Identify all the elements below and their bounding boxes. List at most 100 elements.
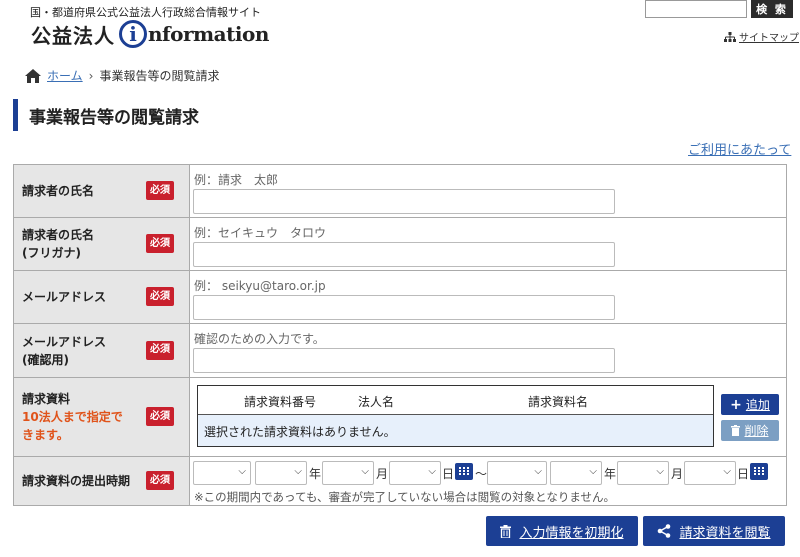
form-value: 例： seikyu@taro.or.jp (190, 271, 786, 323)
from-day-unit: 日 (442, 467, 455, 481)
add-label: 追加 (745, 398, 770, 412)
email-input[interactable] (193, 295, 615, 320)
materials-table-header: 請求資料番号 法人名 請求資料名 (198, 386, 713, 415)
breadcrumb: ホーム › 事業報告等の閲覧請求 (25, 67, 219, 84)
chevron-down-icon: ⌵ (238, 466, 246, 477)
to-era-select[interactable]: ⌵ (487, 461, 547, 485)
view-materials-label: 請求資料を閲覧 (679, 525, 771, 541)
email-confirm-label-sub: (確認用) (22, 352, 69, 367)
period-tilde: 〜 (475, 467, 488, 481)
name-hint: 例：請求 太郎 (194, 173, 279, 187)
title-accent-bar (13, 99, 18, 131)
period-label: 請求資料の提出時期 (22, 474, 131, 488)
to-year-unit: 年 (604, 467, 617, 481)
chevron-down-icon: ⌵ (656, 466, 664, 477)
form-row-materials: 請求資料 10法人まで指定で きます。 必須 請求資料番号 法人名 請求資料名 … (14, 378, 786, 457)
view-materials-button[interactable]: 請求資料を閲覧 (643, 516, 785, 546)
logo-text-en: nformation (148, 22, 269, 46)
site-logo[interactable]: 公益法人 i nformation (31, 18, 269, 50)
column-material-name: 請求資料名 (528, 395, 589, 409)
from-month-unit: 月 (376, 467, 389, 481)
required-badge: 必須 (146, 407, 174, 426)
materials-empty-message: 選択された請求資料はありません。 (198, 415, 713, 446)
from-calendar-icon[interactable] (455, 463, 473, 480)
to-calendar-icon[interactable] (750, 463, 768, 480)
form-row-email: メールアドレス 必須 例： seikyu@taro.or.jp (14, 271, 786, 324)
email-confirm-input[interactable] (193, 348, 615, 373)
plus-icon: + (730, 396, 742, 413)
trash-icon (731, 425, 741, 436)
form-label: 請求資料 10法人まで指定で きます。 必須 (14, 378, 190, 456)
to-month-unit: 月 (671, 467, 684, 481)
to-year-select[interactable]: ⌵ (550, 461, 602, 485)
required-badge: 必須 (146, 181, 174, 200)
email-confirm-label: メールアドレス (22, 334, 107, 349)
kana-input[interactable] (193, 242, 615, 267)
kana-label: 請求者の氏名 (22, 228, 95, 242)
form-label: 請求資料の提出時期 必須 (14, 457, 190, 505)
form-row-name: 請求者の氏名 必須 例：請求 太郎 (14, 165, 786, 218)
column-corporation-name: 法人名 (358, 395, 395, 409)
trash-icon (500, 524, 512, 538)
required-badge: 必須 (146, 340, 174, 360)
to-day-unit: 日 (737, 467, 750, 481)
chevron-down-icon: ⌵ (534, 466, 542, 477)
email-hint: 例： seikyu@taro.or.jp (194, 279, 326, 293)
form-label: 請求者の氏名 (フリガナ) 必須 (14, 218, 190, 270)
from-day-select[interactable]: ⌵ (389, 461, 441, 485)
email-confirm-hint: 確認のための入力です。 (194, 332, 325, 346)
form-value: 確認のための入力です。 (190, 324, 786, 377)
sitemap-link[interactable]: サイトマップ (724, 29, 799, 44)
delete-material-button[interactable]: 削除 (721, 420, 779, 441)
materials-label: 請求資料 (22, 392, 71, 406)
form-row-email-confirm: メールアドレス (確認用) 必須 確認のための入力です。 (14, 324, 786, 378)
from-era-select[interactable]: ⌵ (193, 461, 251, 485)
to-month-select[interactable]: ⌵ (617, 461, 669, 485)
email-label: メールアドレス (22, 290, 107, 304)
from-month-select[interactable]: ⌵ (322, 461, 374, 485)
breadcrumb-current: 事業報告等の閲覧請求 (99, 69, 220, 83)
request-form: 請求者の氏名 必須 例：請求 太郎 請求者の氏名 (フリガナ) 必須 例：セイキ… (13, 164, 787, 506)
from-year-unit: 年 (309, 467, 322, 481)
chevron-down-icon: ⌵ (361, 466, 369, 477)
chevron-down-icon: ⌵ (723, 466, 731, 477)
form-value: 請求資料番号 法人名 請求資料名 選択された請求資料はありません。 + 追加 削… (190, 378, 786, 456)
form-value: 例：セイキュウ タロウ (190, 218, 786, 270)
reset-label: 入力情報を初期化 (519, 525, 624, 541)
sitemap-icon (724, 31, 736, 42)
reset-button[interactable]: 入力情報を初期化 (486, 516, 638, 546)
materials-note: 10法人まで指定で (22, 410, 123, 424)
kana-label-sub: (フリガナ) (22, 246, 81, 260)
materials-note-2: きます。 (22, 428, 69, 442)
guide-link[interactable]: ご利用にあたって (688, 139, 791, 158)
form-value: ⌵ ⌵ 年 ⌵ 月 ⌵ 日 〜 ⌵ ⌵ 年 ⌵ 月 ⌵ 日 ※この期間内であって… (190, 457, 786, 505)
sitemap-label: サイトマップ (739, 33, 799, 44)
name-label: 請求者の氏名 (22, 184, 95, 198)
required-badge: 必須 (146, 471, 174, 490)
form-label: メールアドレス (確認用) 必須 (14, 324, 190, 377)
form-value: 例：請求 太郎 (190, 165, 786, 217)
share-icon (658, 524, 671, 538)
required-badge: 必須 (146, 287, 174, 306)
search-input[interactable] (645, 0, 747, 18)
kana-hint: 例：セイキュウ タロウ (194, 226, 327, 240)
add-material-button[interactable]: + 追加 (721, 394, 779, 415)
form-label: 請求者の氏名 必須 (14, 165, 190, 217)
chevron-down-icon: ⌵ (294, 466, 302, 477)
name-input[interactable] (193, 189, 615, 214)
required-badge: 必須 (146, 234, 174, 253)
logo-text-jp: 公益法人 (31, 23, 115, 48)
from-year-select[interactable]: ⌵ (255, 461, 307, 485)
home-icon (25, 68, 41, 83)
chevron-down-icon: ⌵ (428, 466, 436, 477)
logo-i-icon: i (119, 20, 147, 48)
page-title: 事業報告等の閲覧請求 (29, 108, 199, 128)
form-row-period: 請求資料の提出時期 必須 ⌵ ⌵ 年 ⌵ 月 ⌵ 日 〜 ⌵ ⌵ 年 ⌵ 月 ⌵… (14, 457, 786, 505)
breadcrumb-separator: › (88, 68, 94, 83)
chevron-down-icon: ⌵ (589, 466, 597, 477)
breadcrumb-home-link[interactable]: ホーム (47, 67, 83, 84)
to-day-select[interactable]: ⌵ (684, 461, 736, 485)
materials-table: 請求資料番号 法人名 請求資料名 選択された請求資料はありません。 (197, 385, 714, 447)
search-button[interactable]: 検 索 (751, 0, 793, 18)
form-row-kana: 請求者の氏名 (フリガナ) 必須 例：セイキュウ タロウ (14, 218, 786, 271)
